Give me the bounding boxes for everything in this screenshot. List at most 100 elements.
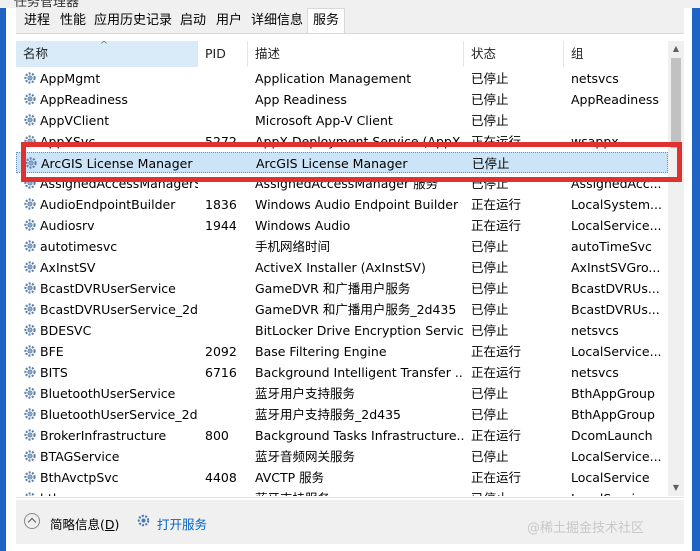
table-row[interactable]: BthAvctpSvc 4408 AVCTP 服务 正在运行 LocalService bbox=[16, 467, 668, 488]
service-pid bbox=[198, 404, 248, 425]
table-row[interactable]: AssignedAccessManagerSvc AssignedAccessMa… bbox=[16, 173, 668, 194]
table-row[interactable]: AudioEndpointBuilder 1836 Windows Audio En… bbox=[16, 194, 668, 215]
tab-processes[interactable]: 进程 bbox=[20, 10, 54, 32]
table-row[interactable]: Audiosrv 1944 Windows Audio 正在运行 LocalServic… bbox=[16, 215, 668, 236]
service-description: Windows Audio bbox=[255, 218, 351, 233]
service-status: 正在运行 bbox=[471, 134, 522, 149]
service-pid bbox=[198, 383, 248, 404]
service-group bbox=[564, 110, 668, 131]
table-row[interactable]: BDESVC BitLocker Drive Encryption Service… bbox=[16, 320, 668, 341]
service-pid: 1944 bbox=[205, 218, 237, 233]
service-group: AxInstSVGro... bbox=[571, 260, 661, 275]
column-header-name[interactable]: 名称 ^ bbox=[16, 41, 198, 67]
service-group: BthAppGroup bbox=[571, 407, 655, 422]
column-header-description[interactable]: 描述 bbox=[248, 41, 464, 67]
service-description: Base Filtering Engine bbox=[255, 344, 387, 359]
service-description: 蓝牙用户支持服务 bbox=[255, 386, 356, 401]
services-gear-icon bbox=[137, 514, 150, 527]
service-pid: 6716 bbox=[205, 365, 237, 380]
service-group: netsvcs bbox=[571, 365, 619, 380]
service-status: 已停止 bbox=[471, 323, 509, 338]
table-row[interactable]: BITS 6716 Background Intelligent Transfer … bbox=[16, 362, 668, 383]
service-group: BcastDVRUs... bbox=[571, 281, 660, 296]
table-row[interactable]: AppVClient Microsoft App-V Client 已停止 bbox=[16, 110, 668, 131]
service-status: 正在运行 bbox=[471, 470, 522, 485]
window-title-strip: 任务管理器 bbox=[0, 0, 700, 8]
service-pid: 4408 bbox=[205, 470, 237, 485]
service-pid bbox=[198, 320, 248, 341]
service-name: AppVClient bbox=[40, 113, 110, 128]
column-header-status[interactable]: 状态 bbox=[464, 41, 564, 67]
table-row[interactable]: BluetoothUserService_2d... 蓝牙用户支持服务_2d435… bbox=[16, 404, 668, 425]
service-status: 正在运行 bbox=[471, 197, 522, 212]
tab-app-history[interactable]: 应用历史记录 bbox=[92, 10, 174, 32]
tab-users[interactable]: 用户 bbox=[212, 10, 246, 32]
table-row[interactable]: BluetoothUserService 蓝牙用户支持服务 已停止 BthAppGro… bbox=[16, 383, 668, 404]
scrollbar-thumb[interactable] bbox=[671, 58, 681, 148]
tab-bar: 进程 性能 应用历史记录 启动 用户 详细信息 服务 bbox=[16, 8, 684, 34]
tab-performance[interactable]: 性能 bbox=[56, 10, 90, 32]
chevron-up-circle-icon[interactable] bbox=[24, 513, 40, 529]
less-details-label: 简略信息 bbox=[50, 517, 101, 532]
service-name: AppReadiness bbox=[40, 92, 128, 107]
service-group: AssignedAcc... bbox=[571, 176, 662, 191]
sort-ascending-icon: ^ bbox=[99, 41, 109, 51]
service-description: Windows Audio Endpoint Builder bbox=[255, 197, 459, 212]
tab-details[interactable]: 详细信息 bbox=[248, 10, 306, 32]
services-list: 名称 ^ PID 描述 状态 组 AppMgmt Application Mana… bbox=[16, 41, 684, 496]
column-header-name-label: 名称 bbox=[23, 46, 49, 61]
service-name: autotimesvc bbox=[40, 239, 118, 254]
service-pid: 2092 bbox=[205, 344, 237, 359]
tab-services[interactable]: 服务 bbox=[307, 8, 345, 33]
column-header-pid[interactable]: PID bbox=[198, 41, 248, 67]
table-row[interactable]: AppMgmt Application Management 已停止 netsvcs bbox=[16, 68, 668, 89]
service-description: 蓝牙音频网关服务 bbox=[255, 449, 356, 464]
tab-startup[interactable]: 启动 bbox=[176, 10, 210, 32]
service-description: ActiveX Installer (AxInstSV) bbox=[255, 260, 426, 275]
service-description: BitLocker Drive Encryption Service bbox=[255, 323, 464, 338]
table-row[interactable]: ArcGIS License Manager ArcGIS License Man… bbox=[16, 152, 668, 173]
less-details-button[interactable]: 简略信息(D) bbox=[50, 514, 119, 533]
service-name: AppXSvc bbox=[40, 134, 96, 149]
service-status: 已停止 bbox=[471, 92, 509, 107]
service-group: netsvcs bbox=[571, 71, 619, 86]
table-row[interactable]: bthserv 蓝牙支持服务已停止LocalService bbox=[16, 488, 668, 496]
service-pid: 1836 bbox=[205, 197, 237, 212]
service-description: 手机网络时间 bbox=[255, 239, 331, 254]
service-group: autoTimeSvc bbox=[571, 239, 652, 254]
table-row[interactable]: BFE 2092 Base Filtering Engine 正在运行 LocalSer… bbox=[16, 341, 668, 362]
table-row[interactable]: BcastDVRUserService_2d... GameDVR 和广播用户服务… bbox=[16, 299, 668, 320]
table-row[interactable]: autotimesvc 手机网络时间 已停止 autoTimeSvc bbox=[16, 236, 668, 257]
table-row[interactable]: AppReadiness App Readiness 已停止 AppReadiness bbox=[16, 89, 668, 110]
service-description: AppX Deployment Service (AppX... bbox=[255, 134, 464, 149]
scroll-down-arrow-icon[interactable]: ▼ bbox=[668, 480, 684, 496]
service-status: 已停止 bbox=[471, 239, 509, 254]
column-header-group[interactable]: 组 bbox=[564, 41, 668, 67]
table-row[interactable]: BTAGService 蓝牙音频网关服务 已停止 LocalService... bbox=[16, 446, 668, 467]
service-description: AVCTP 服务 bbox=[255, 470, 325, 485]
service-description: Application Management bbox=[255, 71, 412, 86]
open-services-link[interactable]: 打开服务 bbox=[157, 514, 207, 533]
service-pid bbox=[198, 488, 248, 496]
service-group: BcastDVRUs... bbox=[571, 302, 660, 317]
service-pid bbox=[198, 299, 248, 320]
service-status: 已停止 bbox=[471, 281, 509, 296]
service-description: Microsoft App-V Client bbox=[255, 113, 393, 128]
service-status: 已停止 bbox=[471, 260, 509, 275]
service-name: BcastDVRUserService bbox=[40, 281, 176, 296]
table-row[interactable]: BcastDVRUserService GameDVR 和广播用户服务 已停止 Bca… bbox=[16, 278, 668, 299]
service-pid bbox=[198, 173, 248, 194]
service-description: GameDVR 和广播用户服务 bbox=[255, 281, 411, 296]
service-pid bbox=[199, 153, 249, 174]
service-description: GameDVR 和广播用户服务_2d435 bbox=[255, 302, 457, 317]
service-name: BFE bbox=[40, 344, 64, 359]
service-name: BluetoothUserService_2d... bbox=[40, 407, 198, 422]
table-row[interactable]: AxInstSV ActiveX Installer (AxInstSV) 已停止 A… bbox=[16, 257, 668, 278]
table-row[interactable]: AppXSvc 5272 AppX Deployment Service (AppX… bbox=[16, 131, 668, 152]
vertical-scrollbar[interactable]: ▲ ▼ bbox=[668, 41, 684, 496]
table-row[interactable]: BrokerInfrastructure 800 Background Tasks … bbox=[16, 425, 668, 446]
service-pid bbox=[198, 257, 248, 278]
scroll-up-arrow-icon[interactable]: ▲ bbox=[668, 41, 684, 57]
service-group: LocalService... bbox=[571, 449, 662, 464]
service-group: LocalService... bbox=[571, 218, 662, 233]
